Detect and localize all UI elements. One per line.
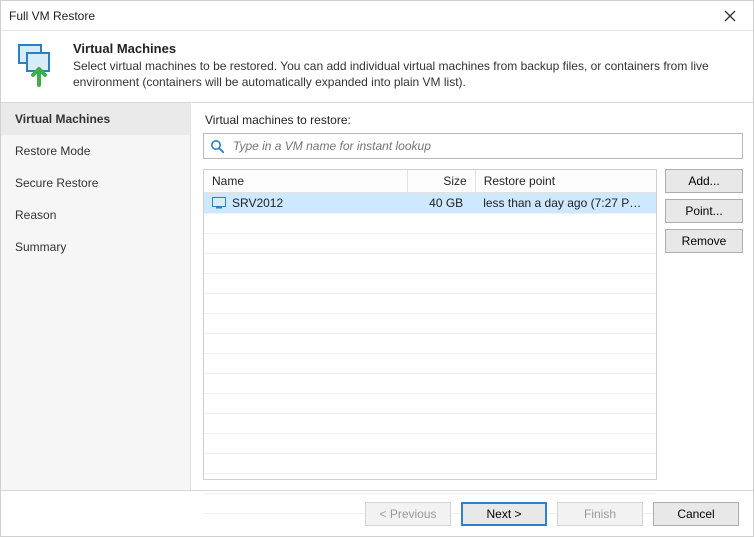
full-vm-restore-dialog: Full VM Restore Virtual Machines Select … (0, 0, 754, 537)
vm-size: 40 GB (407, 193, 475, 214)
sidebar-item-restore-mode[interactable]: Restore Mode (1, 135, 190, 167)
next-button[interactable]: Next > (461, 502, 547, 526)
close-button[interactable] (715, 1, 745, 31)
table-header-row: Name Size Restore point (204, 170, 656, 193)
vm-name-cell: SRV2012 (212, 196, 399, 210)
sidebar-item-reason[interactable]: Reason (1, 199, 190, 231)
table-row-empty (204, 214, 656, 234)
table-row-empty (204, 254, 656, 274)
table-row-empty (204, 314, 656, 334)
table-row-empty (204, 354, 656, 374)
header-description: Select virtual machines to be restored. … (73, 58, 741, 90)
sidebar-item-summary[interactable]: Summary (1, 231, 190, 263)
search-field[interactable] (203, 133, 743, 159)
col-header-restore-point[interactable]: Restore point (475, 170, 656, 193)
wizard-body: Virtual MachinesRestore ModeSecure Resto… (1, 102, 753, 490)
table-row-empty (204, 374, 656, 394)
table-row-empty (204, 234, 656, 254)
table-row-empty (204, 274, 656, 294)
vm-restore-point: less than a day ago (7:27 PM ... (475, 193, 656, 214)
header-heading: Virtual Machines (73, 41, 741, 56)
col-header-size[interactable]: Size (407, 170, 475, 193)
finish-button: Finish (557, 502, 643, 526)
table-row-empty (204, 454, 656, 474)
table-row[interactable]: SRV2012 40 GBless than a day ago (7:27 PM… (204, 193, 656, 214)
vm-list-label: Virtual machines to restore: (205, 113, 743, 127)
sidebar-item-secure-restore[interactable]: Secure Restore (1, 167, 190, 199)
wizard-header: Virtual Machines Select virtual machines… (1, 31, 753, 102)
cancel-button[interactable]: Cancel (653, 502, 739, 526)
sidebar-item-virtual-machines[interactable]: Virtual Machines (1, 103, 190, 135)
table-row-empty (204, 294, 656, 314)
vm-action-buttons: Add... Point... Remove (665, 169, 743, 480)
vm-restore-icon (13, 41, 59, 87)
wizard-sidebar: Virtual MachinesRestore ModeSecure Resto… (1, 103, 191, 490)
previous-button: < Previous (365, 502, 451, 526)
table-row-empty (204, 434, 656, 454)
window-title: Full VM Restore (9, 9, 715, 23)
vm-table: Name Size Restore point SRV2012 40 GBless… (203, 169, 657, 480)
table-row-empty (204, 414, 656, 434)
remove-button[interactable]: Remove (665, 229, 743, 253)
vm-icon (212, 197, 226, 209)
vm-name: SRV2012 (232, 196, 283, 210)
titlebar: Full VM Restore (1, 1, 753, 31)
col-header-name[interactable]: Name (204, 170, 407, 193)
point-button[interactable]: Point... (665, 199, 743, 223)
add-button[interactable]: Add... (665, 169, 743, 193)
close-icon (724, 10, 736, 22)
wizard-main: Virtual machines to restore: (191, 103, 753, 490)
table-row-empty (204, 334, 656, 354)
search-input[interactable] (231, 138, 736, 154)
wizard-footer: < Previous Next > Finish Cancel (1, 490, 753, 536)
search-icon (210, 139, 225, 154)
table-row-empty (204, 394, 656, 414)
